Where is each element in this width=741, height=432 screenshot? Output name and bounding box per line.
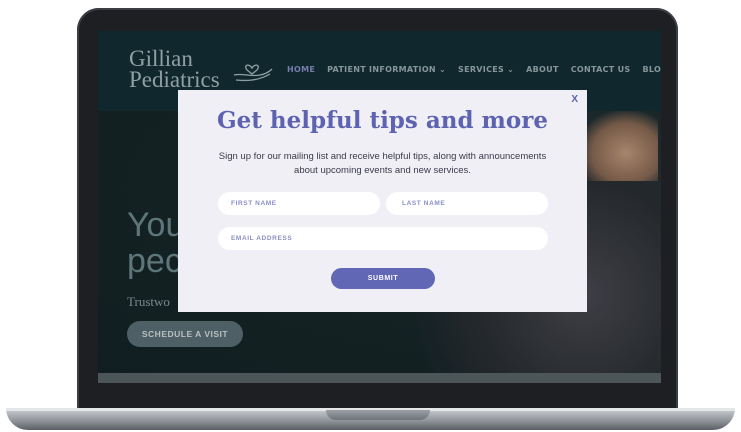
- laptop-screen: Gillian Pediatrics HOME PATIENT INFORMAT…: [98, 31, 661, 383]
- laptop-notch: [326, 410, 430, 420]
- email-field[interactable]: EMAIL ADDRESS: [218, 227, 548, 250]
- popup-title: Get helpful tips and more: [217, 107, 548, 134]
- newsletter-popup: X Get helpful tips and more Sign up for …: [178, 90, 587, 312]
- first-name-field[interactable]: FIRST NAME: [218, 192, 380, 215]
- close-button[interactable]: X: [571, 94, 578, 105]
- last-name-field[interactable]: LAST NAME: [386, 192, 548, 215]
- popup-description: Sign up for our mailing list and receive…: [218, 151, 547, 176]
- submit-button[interactable]: SUBMIT: [331, 268, 435, 289]
